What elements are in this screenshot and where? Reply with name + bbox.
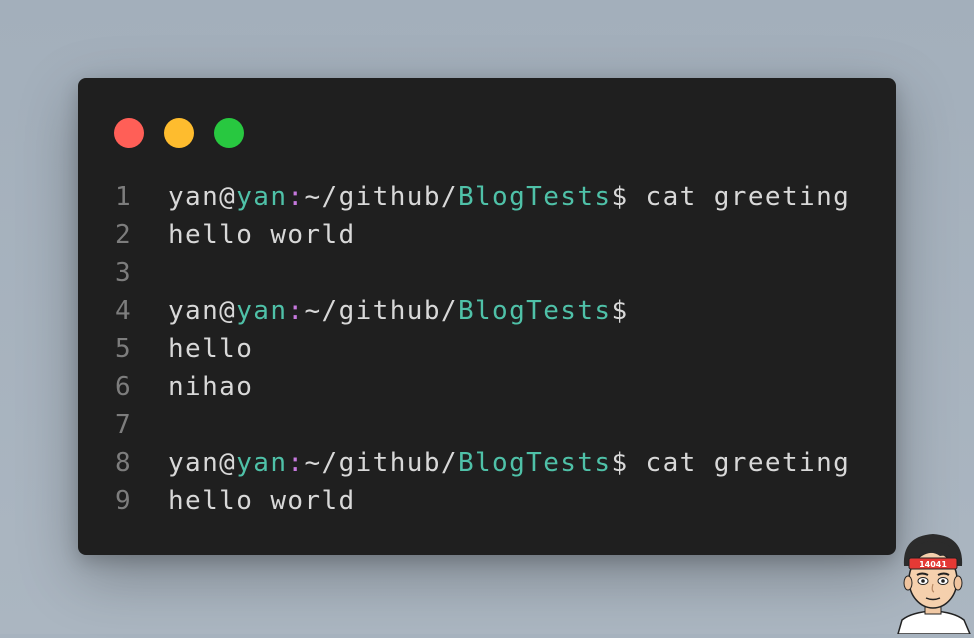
prompt-colon: : [287, 448, 305, 478]
terminal-line: 8 yan@yan:~/github/BlogTests$ cat greetin… [78, 444, 896, 482]
cartoon-avatar-icon: 14041 [897, 534, 972, 635]
prompt-dir: BlogTests [457, 448, 612, 478]
prompt-user: yan [168, 296, 220, 326]
prompt-line: yan@yan:~/github/BlogTests$ [168, 292, 629, 330]
terminal-output: 1 yan@yan:~/github/BlogTests$ cat greetin… [78, 178, 896, 520]
terminal-line: 9 hello world [78, 482, 896, 520]
line-number: 4 [115, 296, 133, 326]
prompt-command: $ [611, 296, 629, 326]
prompt-colon: : [287, 182, 305, 212]
prompt-at: @ [219, 448, 237, 478]
terminal-line: 4 yan@yan:~/github/BlogTests$ [78, 292, 896, 330]
prompt-command: $ cat greeting [611, 182, 851, 212]
prompt-path: ~/github/ [304, 448, 458, 478]
output-text: hello world [168, 220, 356, 250]
prompt-colon: : [287, 296, 305, 326]
terminal-line: 3 [78, 254, 896, 292]
avatar: 14041 [892, 528, 974, 635]
prompt-line: yan@yan:~/github/BlogTests$ cat greeting [168, 178, 850, 216]
line-number: 1 [115, 182, 133, 212]
headband-text: 14041 [919, 560, 947, 569]
output-text: hello [168, 334, 254, 364]
prompt-at: @ [219, 182, 237, 212]
output-text: hello world [168, 486, 356, 516]
maximize-window-button[interactable] [214, 118, 244, 148]
line-number: 6 [115, 372, 133, 402]
prompt-user: yan [168, 182, 220, 212]
terminal-line: 2 hello world [78, 216, 896, 254]
terminal-window: 1 yan@yan:~/github/BlogTests$ cat greetin… [78, 78, 896, 555]
line-number: 8 [115, 448, 133, 478]
line-number: 2 [115, 220, 133, 250]
close-window-button[interactable] [114, 118, 144, 148]
output-text: nihao [168, 372, 254, 402]
prompt-line: yan@yan:~/github/BlogTests$ cat greeting [168, 444, 850, 482]
prompt-host: yan [236, 182, 288, 212]
terminal-line: 7 [78, 406, 896, 444]
prompt-dir: BlogTests [457, 296, 612, 326]
prompt-host: yan [236, 296, 288, 326]
prompt-dir: BlogTests [457, 182, 612, 212]
line-number: 5 [115, 334, 133, 364]
line-number: 7 [115, 410, 133, 440]
terminal-line: 6 nihao [78, 368, 896, 406]
prompt-user: yan [168, 448, 220, 478]
terminal-line: 1 yan@yan:~/github/BlogTests$ cat greetin… [78, 178, 896, 216]
line-number: 3 [115, 258, 133, 288]
minimize-window-button[interactable] [164, 118, 194, 148]
terminal-line: 5 hello [78, 330, 896, 368]
prompt-at: @ [219, 296, 237, 326]
line-number: 9 [115, 486, 133, 516]
prompt-path: ~/github/ [304, 182, 458, 212]
prompt-command: $ cat greeting [611, 448, 851, 478]
prompt-path: ~/github/ [304, 296, 458, 326]
prompt-host: yan [236, 448, 288, 478]
